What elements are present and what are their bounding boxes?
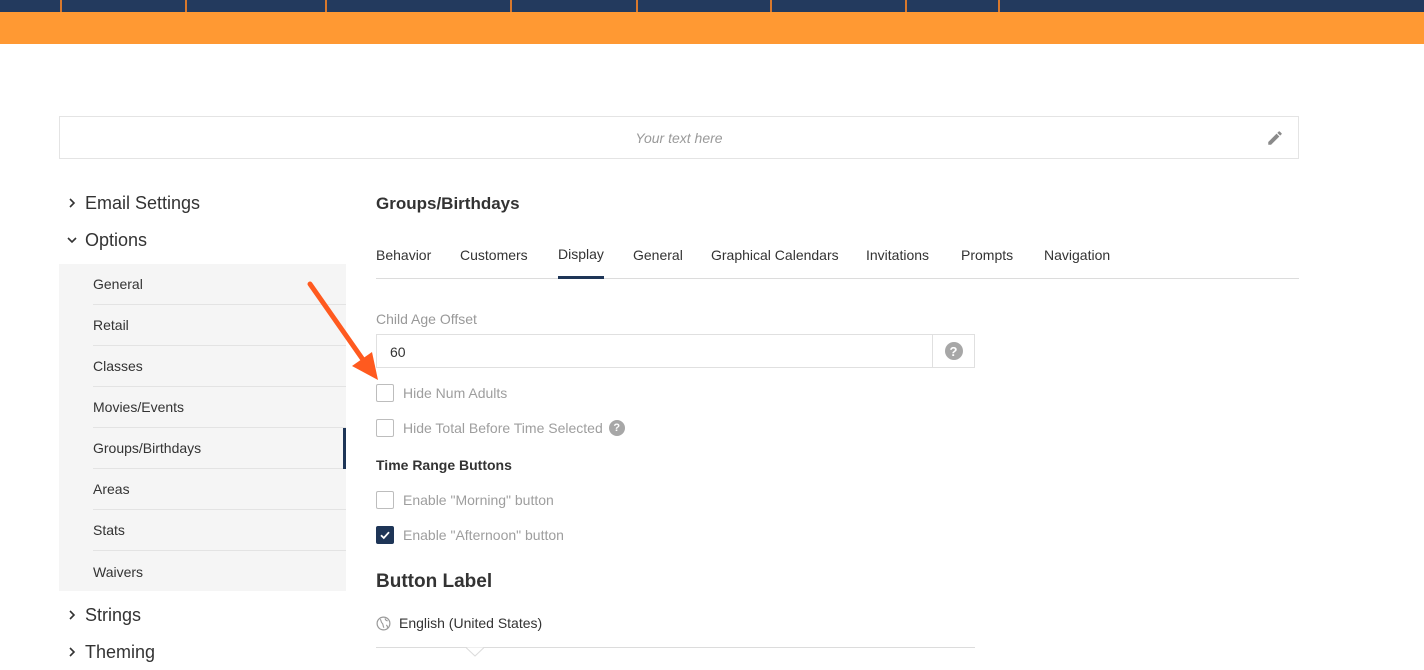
chevron-right-icon [69, 610, 76, 620]
tab-label: Invitations [866, 247, 930, 263]
text-block-placeholder: Your text here [635, 130, 723, 146]
sidebar-item-label: Classes [93, 358, 143, 374]
pencil-icon[interactable] [1266, 129, 1284, 147]
sidebar-item-label: General [93, 276, 143, 292]
page-title: Groups/Birthdays [376, 194, 520, 213]
enable-afternoon-label: Enable "Afternoon" button [403, 527, 564, 543]
sidebar-theming[interactable]: Theming [66, 637, 155, 667]
enable-morning-row: Enable "Morning" button [376, 490, 554, 510]
tab-label: Behavior [376, 247, 432, 263]
sidebar-item-label: Groups/Birthdays [93, 440, 202, 456]
enable-afternoon-row: Enable "Afternoon" button [376, 525, 564, 545]
orange-banner [0, 12, 1424, 44]
hide-num-adults-row: Hide Num Adults [376, 383, 507, 403]
language-selector[interactable]: English (United States) [376, 614, 542, 632]
nav-separator [60, 0, 62, 12]
tab-label: Customers [460, 247, 528, 263]
hide-num-adults-label: Hide Num Adults [403, 385, 508, 401]
nav-separator [510, 0, 512, 12]
sidebar-email-settings[interactable]: Email Settings [66, 188, 200, 218]
tab-general[interactable]: General [633, 231, 683, 279]
sidebar-strings-label: Strings [85, 604, 142, 625]
nav-separator [325, 0, 327, 12]
annotation-arrow-icon [307, 281, 378, 380]
tab-bar: Behavior Customers Display General Graph… [376, 231, 1299, 279]
nav-separator [998, 0, 1000, 12]
child-age-offset-help-button[interactable]: ? [932, 335, 974, 367]
editable-text-block[interactable]: Your text here [59, 116, 1299, 159]
active-item-indicator [343, 428, 346, 469]
child-age-offset-input[interactable]: 60 ? [376, 334, 975, 368]
language-label: English (United States) [399, 615, 543, 631]
tab-label: Prompts [961, 247, 1014, 263]
child-age-offset-value: 60 [390, 344, 406, 360]
chevron-down-icon [67, 237, 77, 244]
hide-total-label: Hide Total Before Time Selected [403, 420, 603, 436]
button-label-heading: Button Label [376, 571, 493, 592]
sidebar-item-label: Movies/Events [93, 399, 185, 415]
sidebar-item-groups-birthdays[interactable]: Groups/Birthdays [93, 428, 346, 469]
help-icon: ? [944, 342, 963, 360]
nav-separator [770, 0, 772, 12]
tab-label: General [633, 247, 683, 263]
sidebar-item-stats[interactable]: Stats [93, 510, 346, 551]
sidebar-email-settings-label: Email Settings [85, 192, 201, 213]
top-nav-bar [0, 0, 1424, 12]
time-range-heading: Time Range Buttons [376, 457, 512, 473]
sidebar-strings[interactable]: Strings [66, 600, 141, 630]
sidebar-item-label: Waivers [93, 563, 144, 580]
tab-graphical-calendars[interactable]: Graphical Calendars [711, 231, 839, 279]
tab-display[interactable]: Display [558, 231, 604, 279]
tab-navigation[interactable]: Navigation [1044, 231, 1110, 279]
tab-behavior[interactable]: Behavior [376, 231, 431, 279]
checkmark-icon [380, 531, 390, 540]
sidebar-options[interactable]: Options [66, 225, 147, 255]
hide-total-checkbox[interactable] [376, 419, 394, 437]
globe-icon [376, 616, 391, 630]
chevron-right-icon [69, 647, 76, 657]
enable-morning-label: Enable "Morning" button [403, 492, 554, 508]
nav-separator [185, 0, 187, 12]
enable-afternoon-checkbox[interactable] [376, 526, 394, 544]
sidebar-item-label: Stats [93, 522, 125, 538]
tab-invitations[interactable]: Invitations [866, 231, 929, 279]
sidebar-item-label: Areas [93, 481, 130, 497]
caret-indicator-icon [466, 647, 484, 657]
tab-prompts[interactable]: Prompts [961, 231, 1013, 279]
tab-customers[interactable]: Customers [460, 231, 528, 279]
nav-separator [905, 0, 907, 12]
child-age-offset-label: Child Age Offset [376, 311, 477, 327]
sidebar-theming-label: Theming [85, 641, 156, 662]
help-icon[interactable]: ? [608, 420, 625, 436]
sidebar-item-waivers[interactable]: Waivers [93, 551, 346, 592]
sidebar-options-label: Options [85, 229, 148, 250]
sidebar-item-movies-events[interactable]: Movies/Events [93, 387, 346, 428]
enable-morning-checkbox[interactable] [376, 491, 394, 509]
chevron-right-icon [69, 198, 76, 208]
hide-total-row: Hide Total Before Time Selected ? [376, 418, 625, 438]
tab-label: Display [558, 245, 604, 262]
sidebar-item-label: Retail [93, 317, 129, 333]
nav-separator [636, 0, 638, 12]
sidebar-item-areas[interactable]: Areas [93, 469, 346, 510]
tab-label: Navigation [1044, 247, 1111, 263]
tab-label: Graphical Calendars [711, 247, 839, 263]
